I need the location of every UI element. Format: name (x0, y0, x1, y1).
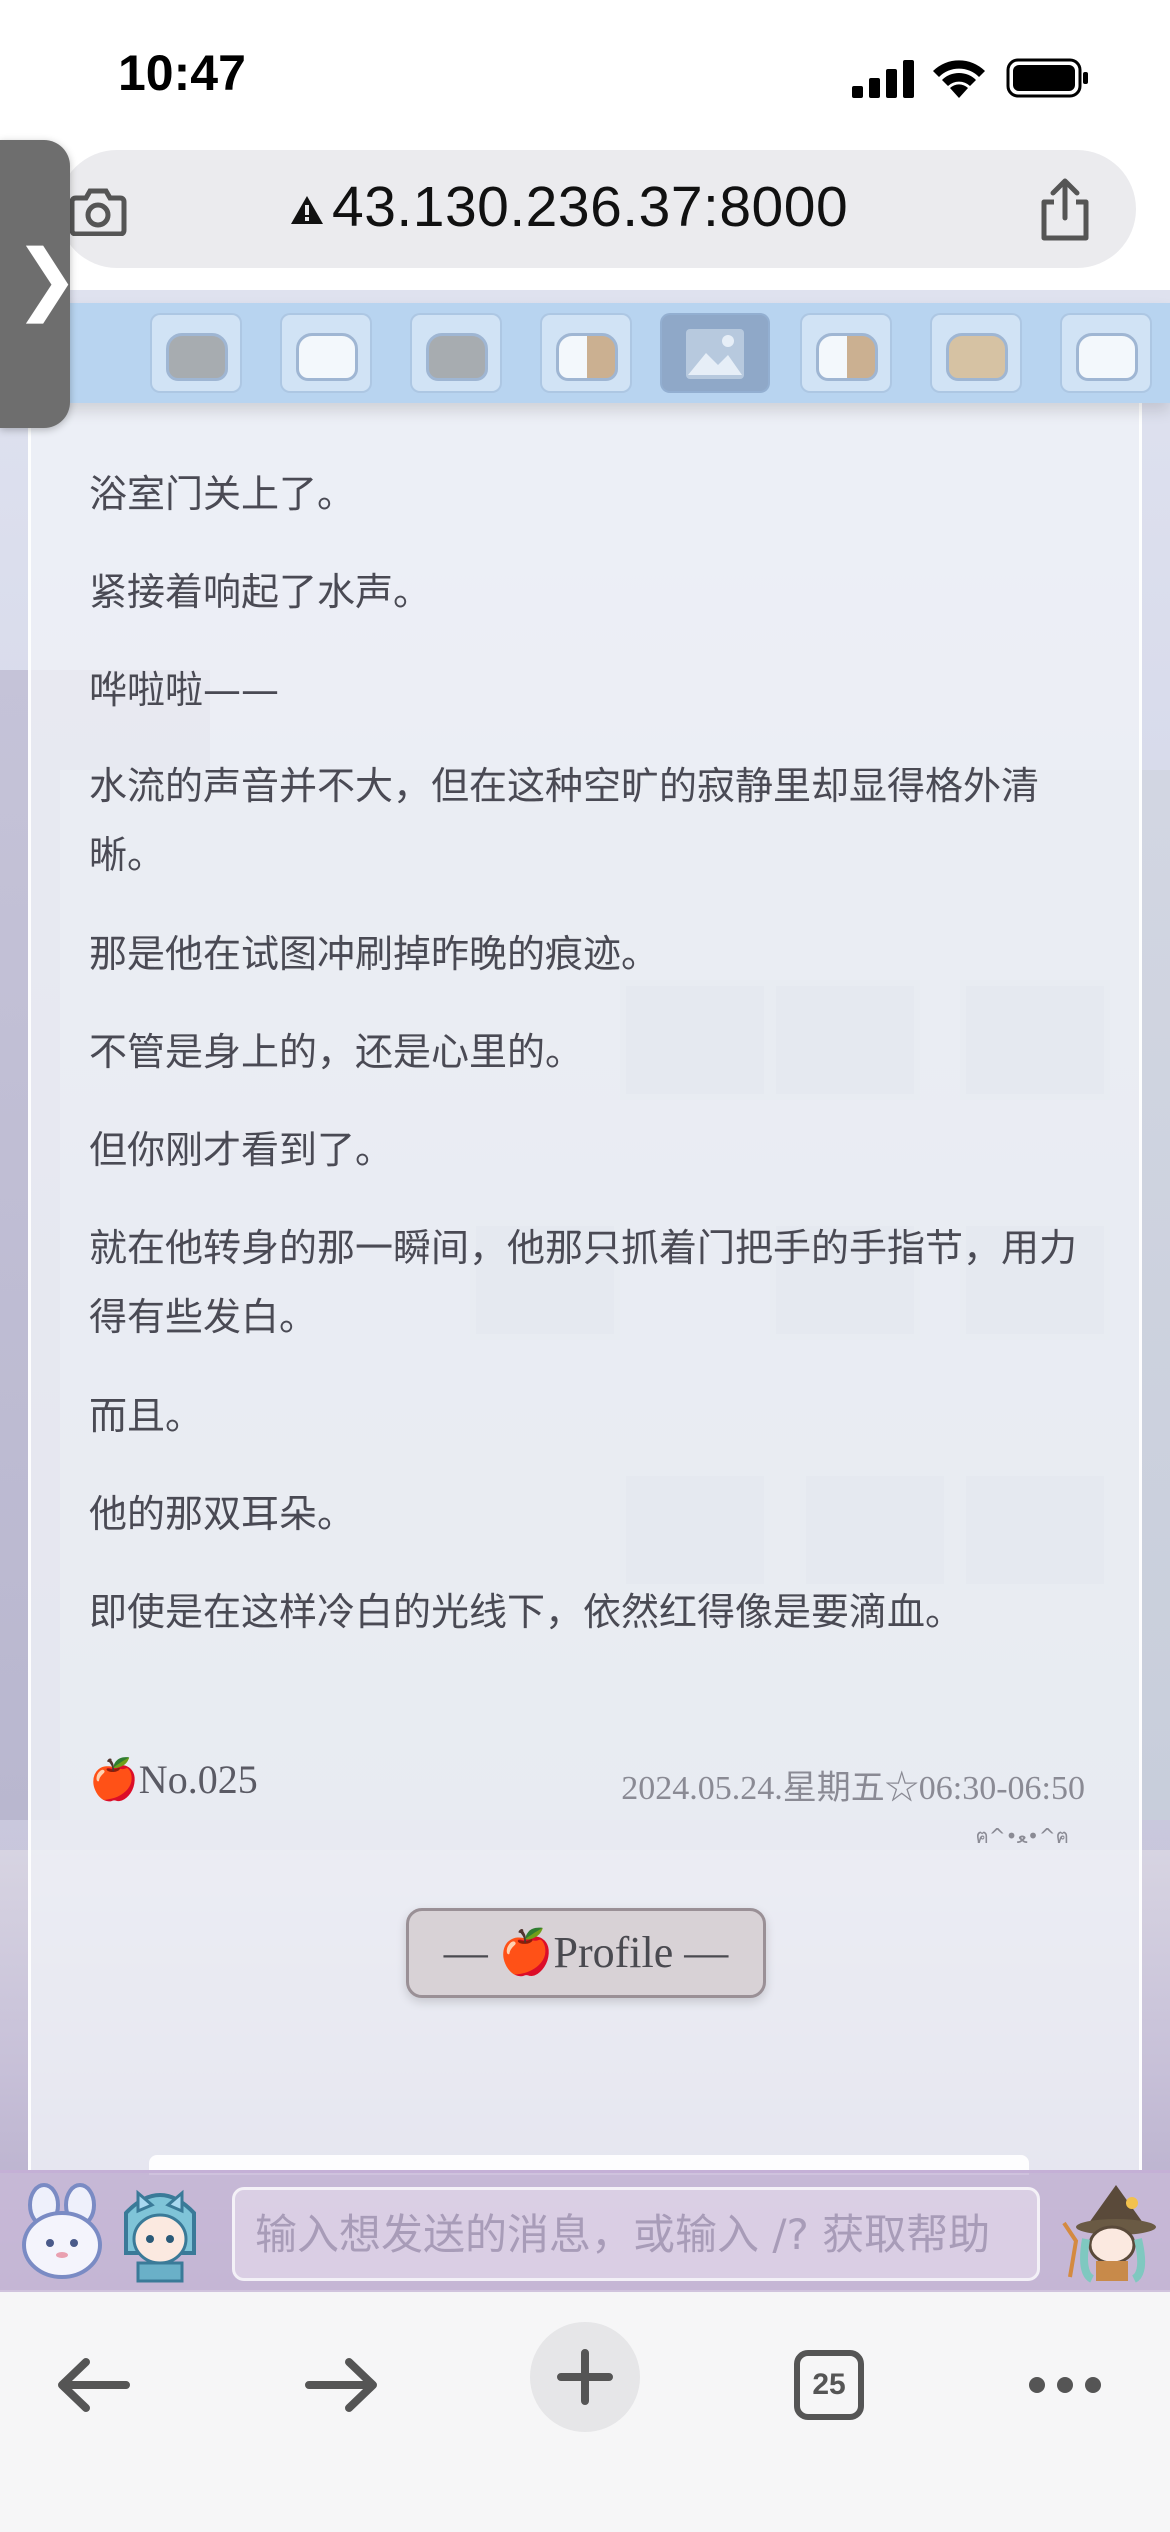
bunny-sticker-icon[interactable] (14, 2183, 110, 2283)
signal-icon (852, 60, 914, 98)
chat-message: 浴室门关上了。 紧接着响起了水声。 哗啦啦—— 水流的声音并不大，但在这种空旷的… (28, 400, 1142, 2175)
url-bar[interactable]: 43.130.236.37:8000 (58, 150, 1136, 268)
message-paragraph: 就在他转身的那一瞬间，他那只抓着门把手的手指节，用力得有些发白。 (89, 1226, 1078, 1339)
message-paragraph: 他的那双耳朵。 (89, 1492, 356, 1536)
profile-button[interactable]: — 🍎Profile — (406, 1908, 766, 1998)
message-timestamp: 2024.05.24.星期五☆06:30-06:50 (621, 1770, 1085, 1807)
avatar-strip (0, 303, 1170, 403)
new-tab-button[interactable] (530, 2322, 640, 2432)
message-paragraph: 即使是在这样冷白的光线下，依然红得像是要滴血。 (89, 1590, 964, 1634)
image-icon (686, 329, 744, 379)
chat-message-input[interactable] (232, 2187, 1040, 2281)
witch-sticker-icon[interactable] (1056, 2183, 1166, 2283)
message-paragraph: 浴室门关上了。 (89, 472, 356, 516)
tabs-icon[interactable]: 25 (794, 2350, 864, 2420)
message-kaomoji: ฅ^•ﻌ•^ฅ (975, 1824, 1069, 1848)
url-text[interactable]: 43.130.236.37:8000 (332, 174, 848, 240)
avatar-option[interactable] (410, 313, 502, 393)
back-arrow-icon[interactable] (40, 2330, 150, 2440)
avatar-option[interactable] (930, 313, 1022, 393)
message-paragraph: 紧接着响起了水声。 (89, 570, 432, 614)
camera-icon[interactable] (68, 184, 128, 236)
message-number: 🍎No.025 (89, 1757, 258, 1802)
message-paragraph: 不管是身上的，还是心里的。 (89, 1030, 584, 1074)
warning-icon (291, 196, 323, 224)
plus-icon (557, 2349, 613, 2405)
message-paragraph: 但你刚才看到了。 (89, 1128, 394, 1172)
browser-toolbar: 25 (0, 2292, 1170, 2532)
wifi-icon (933, 60, 985, 98)
avatar-option[interactable] (1060, 313, 1152, 393)
share-icon[interactable] (1036, 178, 1094, 242)
avatar-option[interactable] (150, 313, 242, 393)
avatar-option[interactable] (800, 313, 892, 393)
chat-input-bar (0, 2170, 1170, 2292)
chevron-right-icon: ❯ (14, 234, 80, 324)
battery-icon (1006, 58, 1088, 98)
image-placeholder-option[interactable] (660, 313, 770, 393)
status-bar: 10:47 (0, 0, 1170, 150)
avatar-option[interactable] (280, 313, 372, 393)
more-icon[interactable] (1010, 2330, 1120, 2440)
message-paragraph: 而且。 (89, 1394, 204, 1438)
message-paragraph: 水流的声音并不大，但在这种空旷的寂静里却显得格外清晰。 (89, 764, 1040, 877)
forward-arrow-icon[interactable] (285, 2330, 395, 2440)
status-time: 10:47 (118, 45, 246, 101)
avatar-option[interactable] (540, 313, 632, 393)
message-paragraph: 哗啦啦—— (89, 668, 280, 712)
side-panel-toggle-button[interactable]: ❯ (0, 140, 79, 428)
message-paragraph: 那是他在试图冲刷掉昨晚的痕迹。 (89, 932, 660, 976)
girl-sticker-icon[interactable] (112, 2183, 208, 2283)
